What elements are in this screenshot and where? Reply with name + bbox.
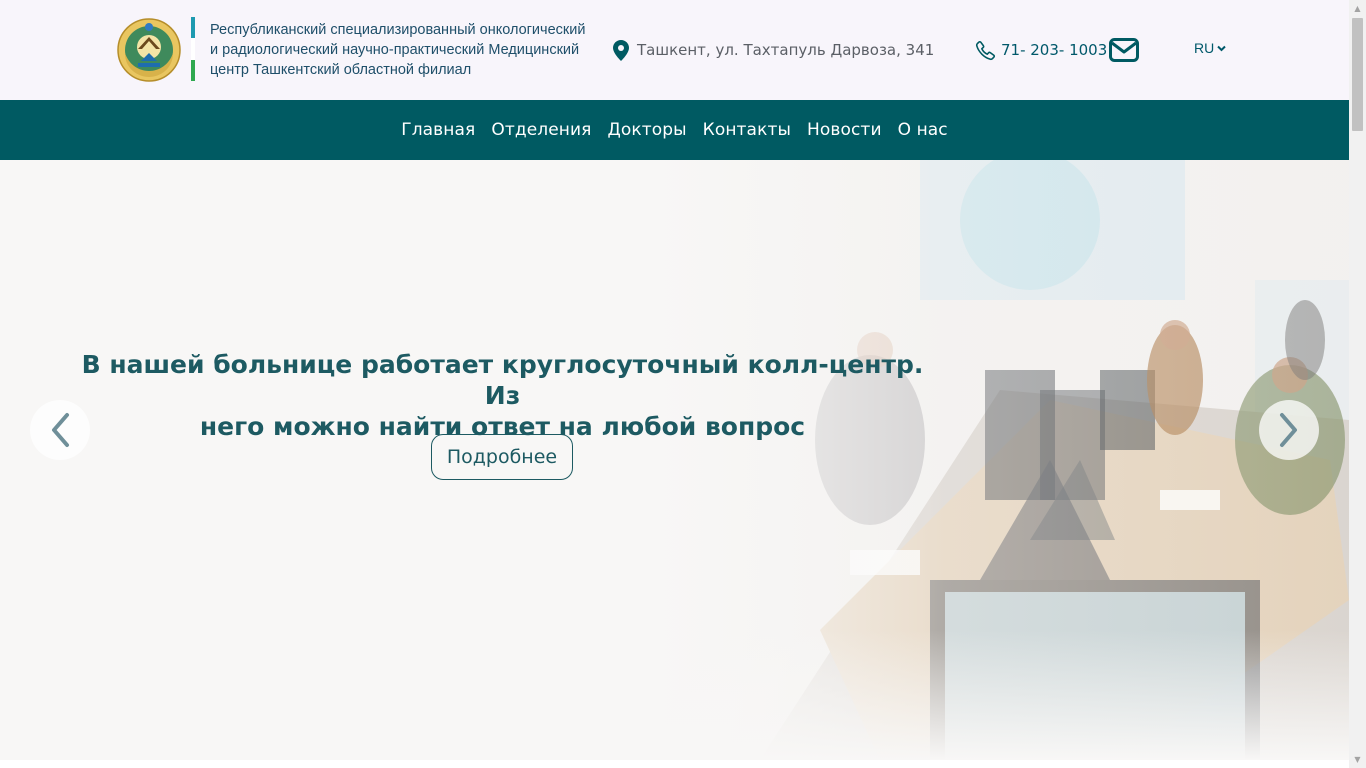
org-name-line-2: и радиологический научно-практический Ме… [210, 42, 580, 58]
language-selector[interactable]: RU [1194, 40, 1226, 56]
org-name-line-3: центр Ташкентский областной филиал [210, 62, 472, 78]
nav-item-about[interactable]: О нас [898, 120, 948, 140]
emblem-logo[interactable] [116, 17, 182, 83]
language-code: RU [1194, 40, 1215, 56]
phone-number: 71- 203- 1003 [1001, 41, 1108, 59]
chevron-down-icon [1217, 45, 1226, 51]
flag-stripe [191, 17, 195, 81]
organization-name[interactable]: Республиканский специализированный онкол… [210, 20, 610, 80]
site-header: Республиканский специализированный онкол… [0, 0, 1349, 100]
nav-item-home[interactable]: Главная [401, 120, 475, 140]
address-block[interactable]: Ташкент, ул. Тахтапуль Дарвоза, 341 [613, 38, 934, 62]
phone-link[interactable]: 71- 203- 1003 [975, 38, 1107, 62]
phone-icon [975, 40, 996, 60]
page-scrollbar[interactable]: ▲ ▼ [1349, 0, 1366, 768]
hero-slider: В нашей больнице работает круглосуточный… [0, 160, 1349, 760]
hero-title-line-1: В нашей больнице работает круглосуточный… [81, 350, 924, 410]
map-pin-icon [613, 39, 629, 61]
slider-prev-button[interactable] [30, 400, 90, 460]
hero-overlay-bottom [0, 630, 1349, 760]
chevron-right-icon [1280, 413, 1297, 447]
scroll-thumb[interactable] [1352, 18, 1363, 131]
nav-item-doctors[interactable]: Докторы [608, 120, 687, 140]
chevron-left-icon [52, 413, 69, 447]
slider-next-button[interactable] [1259, 400, 1319, 460]
scroll-up-arrow[interactable]: ▲ [1349, 0, 1366, 17]
mail-icon[interactable] [1109, 38, 1139, 62]
main-navigation: Главная Отделения Докторы Контакты Новос… [0, 100, 1349, 160]
scroll-down-arrow[interactable]: ▼ [1349, 751, 1366, 768]
nav-item-departments[interactable]: Отделения [491, 120, 591, 140]
org-name-line-1: Республиканский специализированный онкол… [210, 22, 586, 38]
more-details-button[interactable]: Подробнее [431, 434, 573, 480]
nav-item-news[interactable]: Новости [807, 120, 882, 140]
hero-title: В нашей больнице работает круглосуточный… [60, 349, 945, 442]
nav-item-contacts[interactable]: Контакты [703, 120, 791, 140]
address-text: Ташкент, ул. Тахтапуль Дарвоза, 341 [637, 41, 935, 59]
